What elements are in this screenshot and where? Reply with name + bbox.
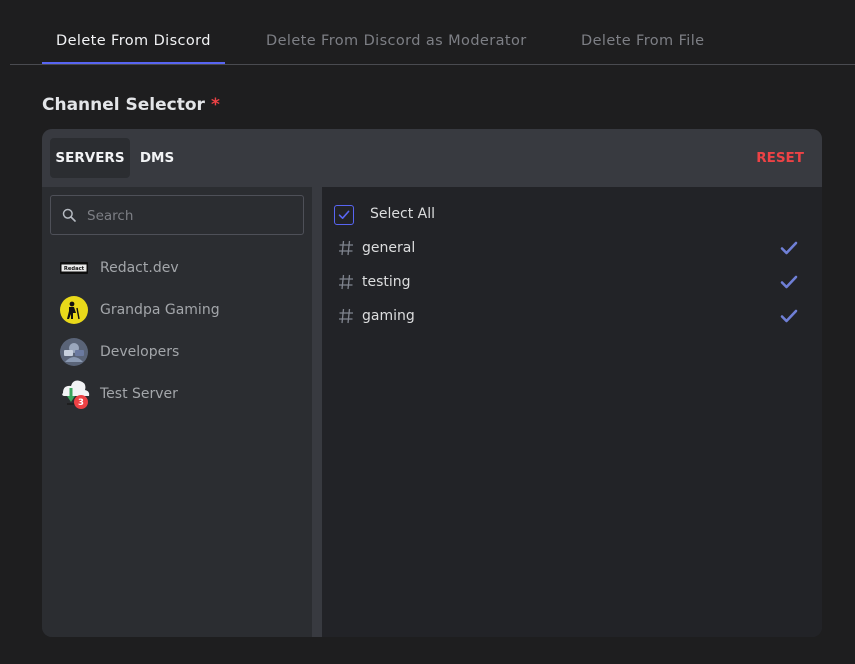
tab-bar: Delete From Discord Delete From Discord …: [10, 18, 855, 65]
download-cloud-icon: 3: [62, 380, 90, 409]
server-item-grandpa-gaming[interactable]: Grandpa Gaming: [42, 289, 312, 331]
section-title-text: Channel Selector: [42, 95, 205, 115]
pane-divider: [312, 187, 322, 637]
server-badge-count: 3: [78, 398, 84, 408]
section-title: Channel Selector *: [42, 95, 220, 115]
select-all-checkbox[interactable]: [334, 205, 354, 225]
developers-avatar-icon: [60, 338, 88, 366]
channel-item-testing[interactable]: testing: [322, 267, 822, 297]
tab-delete-from-discord[interactable]: Delete From Discord: [42, 18, 225, 64]
server-name: Test Server: [100, 386, 178, 402]
checkmark-icon: [338, 210, 350, 219]
server-name: Grandpa Gaming: [100, 302, 220, 318]
server-item-redact-dev[interactable]: Redact Redact.dev: [42, 247, 312, 289]
hash-icon: [339, 308, 353, 324]
server-name: Developers: [100, 344, 180, 360]
search-input[interactable]: [85, 196, 299, 236]
channel-item-general[interactable]: general: [322, 233, 822, 263]
channel-list-pane: Select All general testing gaming: [322, 187, 822, 637]
server-item-developers[interactable]: Developers: [42, 331, 312, 373]
hash-icon: [339, 274, 353, 290]
redact-logo-text: Redact: [64, 266, 85, 272]
app-root: Delete From Discord Delete From Discord …: [0, 0, 855, 664]
search-field[interactable]: [50, 195, 304, 236]
dms-mode-button[interactable]: DMS: [134, 138, 180, 178]
check-icon: [780, 241, 798, 255]
selector-header: SERVERS DMS RESET: [42, 129, 822, 187]
server-list: Redact Redact.dev Grandpa Gaming Develop…: [42, 247, 312, 415]
channel-name: general: [362, 240, 416, 256]
servers-mode-button[interactable]: SERVERS: [50, 138, 130, 178]
channel-name: gaming: [362, 308, 415, 324]
check-icon: [780, 309, 798, 323]
channel-selector-panel: SERVERS DMS RESET Redact: [42, 129, 822, 637]
redact-logo-icon: Redact: [60, 262, 88, 274]
check-icon: [780, 275, 798, 289]
required-marker: *: [210, 95, 220, 115]
grandpa-gaming-avatar-icon: [60, 296, 88, 324]
tab-delete-as-moderator[interactable]: Delete From Discord as Moderator: [266, 18, 527, 63]
select-all-label: Select All: [370, 206, 435, 222]
hash-icon: [339, 240, 353, 256]
channel-name: testing: [362, 274, 411, 290]
server-list-pane: Redact Redact.dev Grandpa Gaming: [42, 187, 312, 637]
search-icon: [62, 208, 76, 222]
server-name: Redact.dev: [100, 260, 179, 276]
channel-item-gaming[interactable]: gaming: [322, 301, 822, 331]
tab-delete-from-file[interactable]: Delete From File: [581, 18, 704, 63]
server-item-test-server[interactable]: 3 Test Server: [42, 373, 312, 415]
reset-button[interactable]: RESET: [756, 138, 804, 178]
